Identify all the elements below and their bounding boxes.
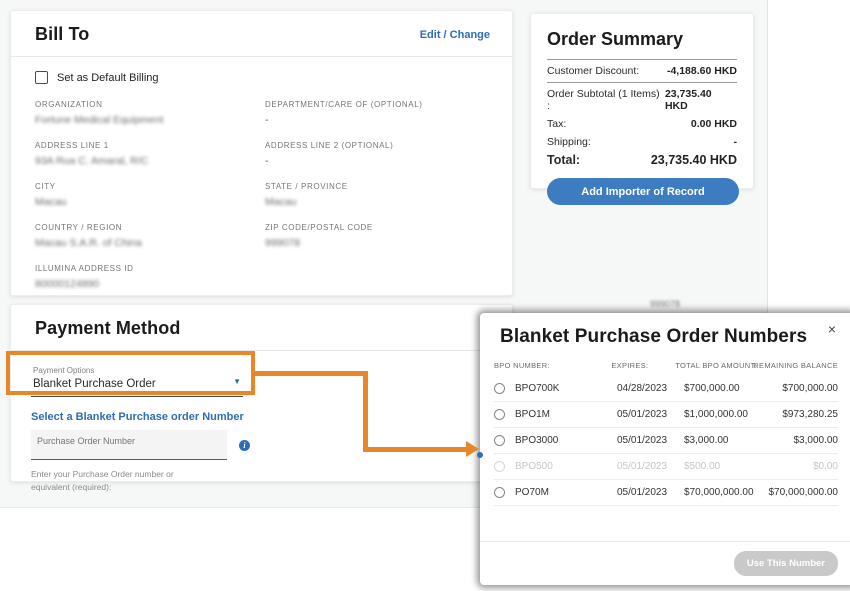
po-number-row: i (31, 430, 488, 460)
background-info-dot (477, 452, 483, 458)
field-organization: ORGANIZATION Fortune Medical Equipment (35, 100, 265, 126)
row-tax: Tax: 0.00 HKD (547, 115, 737, 133)
total-bpo-amount: $700,000.00 (684, 383, 762, 394)
table-row-bpo1m[interactable]: BPO1M 05/01/2023 $1,000,000.00 $973,280.… (494, 402, 838, 428)
total-bpo-amount: $500.00 (684, 461, 762, 472)
annotation-arrow-segment-3 (363, 447, 467, 452)
modal-footer: Use This Number (480, 541, 850, 585)
row-shipping: Shipping: - (547, 133, 737, 151)
radio-button[interactable] (494, 435, 505, 446)
table-row-bpo3000[interactable]: BPO3000 05/01/2023 $3,000.00 $3,000.00 (494, 428, 838, 454)
tax-label: Tax: (547, 118, 566, 130)
payment-options-value: Blanket Purchase Order (33, 378, 243, 390)
radio-button[interactable] (494, 383, 505, 394)
remaining-balance: $700,000.00 (762, 383, 838, 394)
bpo-number: BPO700K (515, 383, 559, 394)
subtotal-label: Order Subtotal (1 Items) : (547, 88, 665, 112)
bpo-numbers-modal: Blanket Purchase Order Numbers × BPO NUM… (480, 313, 850, 585)
column-header-expires: EXPIRES: (611, 361, 675, 370)
annotation-arrow-segment-1 (254, 371, 368, 376)
field-city: CITY Macau (35, 182, 265, 208)
table-row-po70m[interactable]: PO70M 05/01/2023 $70,000,000.00 $70,000,… (494, 480, 838, 506)
expires-date: 05/01/2023 (617, 487, 684, 498)
discount-label: Customer Discount: (547, 65, 639, 77)
tax-value: 0.00 HKD (691, 118, 737, 130)
table-row-bpo500-disabled: BPO500 05/01/2023 $500.00 $0.00 (494, 454, 838, 480)
checkout-page: Bill To Edit / Change Set as Default Bil… (0, 0, 850, 591)
shipping-label: Shipping: (547, 136, 591, 148)
order-summary-title: Order Summary (547, 29, 737, 50)
row-customer-discount: Customer Discount: -4,188.60 HKD (547, 59, 737, 83)
row-total: Total: 23,735.40 HKD (547, 151, 737, 170)
expires-date: 04/28/2023 (617, 383, 684, 394)
expires-date: 05/01/2023 (617, 435, 684, 446)
modal-header: Blanket Purchase Order Numbers × (480, 313, 850, 348)
row-order-subtotal: Order Subtotal (1 Items) : 23,735.40 HKD (547, 85, 737, 115)
column-header-bpo-number: BPO NUMBER: (494, 361, 611, 370)
payment-options-select[interactable]: Payment Options Blanket Purchase Order ▼ (31, 364, 243, 397)
field-zip-code: ZIP CODE/POSTAL CODE 999078 (265, 223, 488, 249)
radio-button[interactable] (494, 409, 505, 420)
payment-method-title: Payment Method (35, 318, 180, 339)
subtotal-value: 23,735.40 HKD (665, 88, 737, 112)
bpo-number: BPO1M (515, 409, 550, 420)
field-address-line-1: ADDRESS LINE 1 93A Rua C. Amaral, R/C (35, 141, 265, 167)
remaining-balance: $973,280.25 (762, 409, 838, 420)
field-department: DEPARTMENT/CARE OF (OPTIONAL) - (265, 100, 488, 126)
checkbox-label: Set as Default Billing (57, 72, 159, 84)
background-partial-zip-text: 999078 (650, 299, 680, 309)
po-helper-line-1: Enter your Purchase Order number or (31, 468, 211, 481)
radio-button (494, 461, 505, 472)
expires-date: 05/01/2023 (617, 409, 684, 420)
po-helper-line-2: equivalent (required): (31, 481, 211, 494)
checkbox-icon[interactable] (35, 71, 48, 84)
total-bpo-amount: $3,000.00 (684, 435, 762, 446)
modal-title: Blanket Purchase Order Numbers (500, 326, 832, 348)
set-default-billing-checkbox[interactable]: Set as Default Billing (35, 71, 488, 84)
close-icon[interactable]: × (828, 322, 836, 336)
bpo-table-header-row: BPO NUMBER: EXPIRES: TOTAL BPO AMOUNT: R… (494, 354, 838, 376)
bill-to-title: Bill To (35, 24, 89, 45)
remaining-balance: $3,000.00 (762, 435, 838, 446)
bpo-number: BPO500 (515, 461, 553, 472)
shipping-value: - (734, 136, 738, 148)
table-row-bpo700k[interactable]: BPO700K 04/28/2023 $700,000.00 $700,000.… (494, 376, 838, 402)
remaining-balance: $70,000,000.00 (762, 487, 838, 498)
remaining-balance: $0.00 (762, 461, 838, 472)
expires-date: 05/01/2023 (617, 461, 684, 472)
payment-method-card: Payment Method Payment Options Blanket P… (10, 304, 513, 482)
bill-to-body: Set as Default Billing ORGANIZATION Fort… (11, 57, 512, 305)
bill-to-header: Bill To Edit / Change (11, 11, 512, 57)
use-this-number-button[interactable]: Use This Number (734, 551, 838, 576)
column-header-total-amount: TOTAL BPO AMOUNT: (675, 361, 753, 370)
field-address-line-2: ADDRESS LINE 2 (OPTIONAL) - (265, 141, 488, 167)
edit-change-link[interactable]: Edit / Change (420, 29, 490, 41)
po-helper-text: Enter your Purchase Order number or equi… (31, 468, 211, 494)
purchase-order-number-input[interactable] (31, 430, 227, 460)
payment-options-label: Payment Options (33, 366, 243, 375)
payment-method-header: Payment Method (11, 305, 512, 351)
total-value: 23,735.40 HKD (651, 153, 737, 167)
select-bpo-number-heading[interactable]: Select a Blanket Purchase order Number (31, 411, 488, 423)
column-header-remaining-balance: REMAINING BALANCE (753, 361, 838, 370)
field-illumina-address-id: ILLUMINA ADDRESS ID 80000124890 (35, 264, 265, 290)
order-summary-card: Order Summary Customer Discount: -4,188.… (530, 13, 754, 189)
radio-button[interactable] (494, 487, 505, 498)
bill-to-card: Bill To Edit / Change Set as Default Bil… (10, 10, 513, 296)
bpo-number: BPO3000 (515, 435, 558, 446)
bpo-table: BPO NUMBER: EXPIRES: TOTAL BPO AMOUNT: R… (480, 354, 850, 506)
annotation-arrow-segment-2 (363, 371, 368, 452)
chevron-down-icon: ▼ (233, 377, 241, 386)
field-country-region: COUNTRY / REGION Macau S.A.R. of China (35, 223, 265, 249)
total-label: Total: (547, 153, 580, 167)
bill-to-fields: ORGANIZATION Fortune Medical Equipment D… (35, 100, 488, 305)
info-icon[interactable]: i (239, 440, 250, 451)
total-bpo-amount: $70,000,000.00 (684, 487, 762, 498)
total-bpo-amount: $1,000,000.00 (684, 409, 762, 420)
add-importer-of-record-button[interactable]: Add Importer of Record (547, 178, 739, 205)
field-state-province: STATE / PROVINCE Macau (265, 182, 488, 208)
discount-value: -4,188.60 HKD (667, 65, 737, 77)
bpo-number: PO70M (515, 487, 549, 498)
